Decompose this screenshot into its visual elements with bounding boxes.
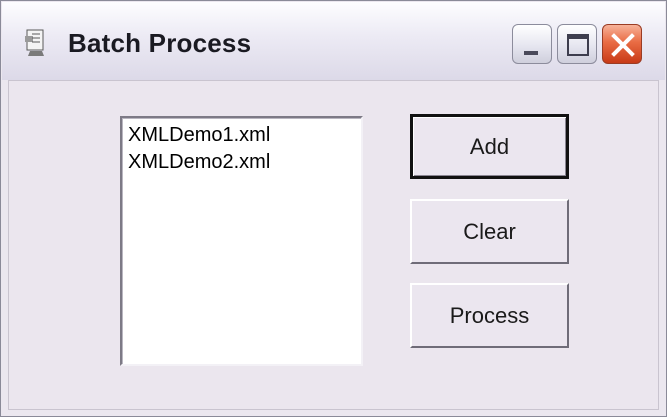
app-icon [25,29,44,56]
add-button[interactable]: Add [410,114,569,179]
batch-process-window: Batch Process XMLDemo1.xml XMLDemo2.xml … [0,0,667,417]
list-item[interactable]: XMLDemo1.xml [128,122,355,149]
close-icon [611,33,635,57]
window-title: Batch Process [68,28,252,58]
minimize-button[interactable] [512,24,552,64]
file-listbox[interactable]: XMLDemo1.xml XMLDemo2.xml [120,116,363,366]
close-button[interactable] [602,24,642,64]
process-button[interactable]: Process [410,283,569,348]
clear-button[interactable]: Clear [410,199,569,264]
title-bar[interactable]: Batch Process [2,2,665,80]
minimize-icon [524,51,538,55]
list-item[interactable]: XMLDemo2.xml [128,149,355,176]
maximize-icon [567,34,589,56]
maximize-button[interactable] [557,24,597,64]
